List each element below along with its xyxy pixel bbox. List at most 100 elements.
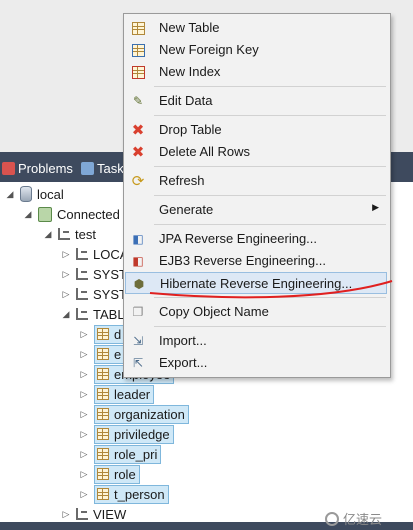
table-item[interactable]: d <box>94 324 126 344</box>
menu-item-new-index[interactable]: New Index <box>125 61 387 83</box>
menu-item-refresh[interactable]: ⟳ Refresh <box>125 170 387 192</box>
copy-icon: ❐ <box>132 305 144 319</box>
node-label: TABL <box>93 306 125 322</box>
node-label: test <box>75 226 96 242</box>
table-name: role <box>114 466 136 482</box>
expand-arrow-icon[interactable]: ▷ <box>79 405 89 423</box>
tree-node-syst[interactable]: ▷ SYST <box>61 265 127 283</box>
expand-arrow-icon[interactable]: ▷ <box>61 245 71 263</box>
menu-item-drop-table[interactable]: ✖ Drop Table <box>125 119 387 141</box>
table-name: role_pri <box>114 446 158 462</box>
expand-arrow-icon[interactable]: ▷ <box>61 285 71 303</box>
table-name: organization <box>114 406 185 422</box>
table-row[interactable]: ▷ leader <box>79 384 155 404</box>
table-row[interactable]: ▷ priviledge <box>79 424 174 444</box>
table-row[interactable]: ▷ organization <box>79 404 189 424</box>
tree-node-connected[interactable]: ◢ Connected <box>23 205 120 223</box>
jpa-icon: ◧ <box>132 232 144 246</box>
node-label: VIEW <box>93 506 127 522</box>
tree-node-loca[interactable]: ▷ LOCA <box>61 245 129 263</box>
folder-icon <box>76 268 88 280</box>
collapse-arrow-icon[interactable]: ◢ <box>23 205 33 223</box>
menu-item-label: Import... <box>159 333 207 348</box>
table-row[interactable]: ▷ role <box>79 464 140 484</box>
menu-item-generate[interactable]: Generate ▶ <box>125 199 387 221</box>
expand-arrow-icon[interactable]: ▷ <box>79 365 89 383</box>
tab-tasks[interactable]: Task <box>81 159 124 177</box>
table-item[interactable]: organization <box>94 404 189 424</box>
node-label: Connected <box>57 206 120 222</box>
table-item[interactable]: priviledge <box>94 424 174 444</box>
expand-arrow-icon[interactable]: ▷ <box>79 445 89 463</box>
table-icon <box>97 468 109 480</box>
tree-node-tables[interactable]: ◢ TABL <box>61 305 125 323</box>
menu-item-copy-object-name[interactable]: ❐ Copy Object Name <box>125 301 387 323</box>
menu-item-hibernate-reverse[interactable]: ⬢ Hibernate Reverse Engineering... <box>125 272 387 294</box>
expand-arrow-icon[interactable]: ▷ <box>61 265 71 283</box>
folder-icon <box>76 508 88 520</box>
table-item[interactable]: e <box>94 344 126 364</box>
table-row[interactable]: ▷ d <box>79 324 126 344</box>
expand-arrow-icon[interactable]: ▷ <box>79 465 89 483</box>
table-item[interactable]: role_pri <box>94 444 162 464</box>
menu-item-jpa-reverse[interactable]: ◧ JPA Reverse Engineering... <box>125 228 387 250</box>
menu-separator <box>154 86 386 87</box>
node-label: local <box>37 186 64 202</box>
collapse-arrow-icon[interactable]: ◢ <box>61 305 71 323</box>
expand-arrow-icon[interactable]: ▷ <box>79 385 89 403</box>
folder-icon <box>76 248 88 260</box>
menu-item-edit-data[interactable]: ✎ Edit Data <box>125 90 387 112</box>
foreign-key-icon <box>131 43 145 57</box>
index-icon <box>131 65 145 79</box>
menu-item-label: Copy Object Name <box>159 304 269 319</box>
tab-label: Task <box>97 160 124 176</box>
menu-item-label: New Table <box>159 20 220 35</box>
expand-arrow-icon[interactable]: ▷ <box>79 485 89 503</box>
table-icon <box>97 328 109 340</box>
table-item[interactable]: t_person <box>94 484 169 504</box>
table-name: d <box>114 326 122 342</box>
menu-item-delete-all-rows[interactable]: ✖ Delete All Rows <box>125 141 387 163</box>
delete-x-icon: ✖ <box>131 122 145 139</box>
menu-item-label: Export... <box>159 355 208 370</box>
expand-arrow-icon[interactable]: ▷ <box>79 345 89 363</box>
tree-node-syst[interactable]: ▷ SYST <box>61 285 127 303</box>
table-item[interactable]: role <box>94 464 140 484</box>
context-menu: New Table New Foreign Key New Index ✎ Ed… <box>123 13 391 378</box>
table-row[interactable]: ▷ t_person <box>79 484 169 504</box>
tree-node-test[interactable]: ◢ test <box>43 225 96 243</box>
hibernate-icon: ⬢ <box>133 277 145 291</box>
expand-arrow-icon[interactable]: ▷ <box>79 325 89 343</box>
menu-separator <box>154 115 386 116</box>
expand-arrow-icon[interactable]: ▷ <box>61 505 71 523</box>
menu-item-ejb3-reverse[interactable]: ◧ EJB3 Reverse Engineering... <box>125 250 387 272</box>
tree-node-local[interactable]: ◢ local <box>5 185 64 203</box>
menu-item-export[interactable]: ⇱ Export... <box>125 352 387 374</box>
delete-x-icon: ✖ <box>131 144 145 161</box>
table-name: t_person <box>114 486 165 502</box>
menu-separator <box>154 166 386 167</box>
tree-node-view[interactable]: ▷ VIEW <box>61 505 127 523</box>
watermark-logo-icon <box>325 511 339 526</box>
menu-item-label: Drop Table <box>159 122 222 137</box>
expand-arrow-icon[interactable]: ▷ <box>79 425 89 443</box>
table-name: e <box>114 346 122 362</box>
tab-problems[interactable]: Problems <box>2 159 73 177</box>
table-row[interactable]: ▷ e <box>79 344 126 364</box>
table-row[interactable]: ▷ role_pri <box>79 444 162 464</box>
menu-item-import[interactable]: ⇲ Import... <box>125 330 387 352</box>
menu-item-new-table[interactable]: New Table <box>125 17 387 39</box>
watermark: 亿速云 <box>325 509 382 528</box>
import-icon: ⇲ <box>132 334 144 348</box>
collapse-arrow-icon[interactable]: ◢ <box>43 225 53 243</box>
menu-item-label: JPA Reverse Engineering... <box>159 231 318 246</box>
menu-item-label: New Foreign Key <box>159 42 259 57</box>
table-icon <box>97 488 109 500</box>
menu-item-new-foreign-key[interactable]: New Foreign Key <box>125 39 387 61</box>
table-icon <box>131 21 145 35</box>
table-icon <box>97 428 109 440</box>
collapse-arrow-icon[interactable]: ◢ <box>5 185 15 203</box>
problems-icon <box>2 161 15 175</box>
refresh-icon: ⟳ <box>131 173 145 190</box>
table-item[interactable]: leader <box>94 384 155 404</box>
